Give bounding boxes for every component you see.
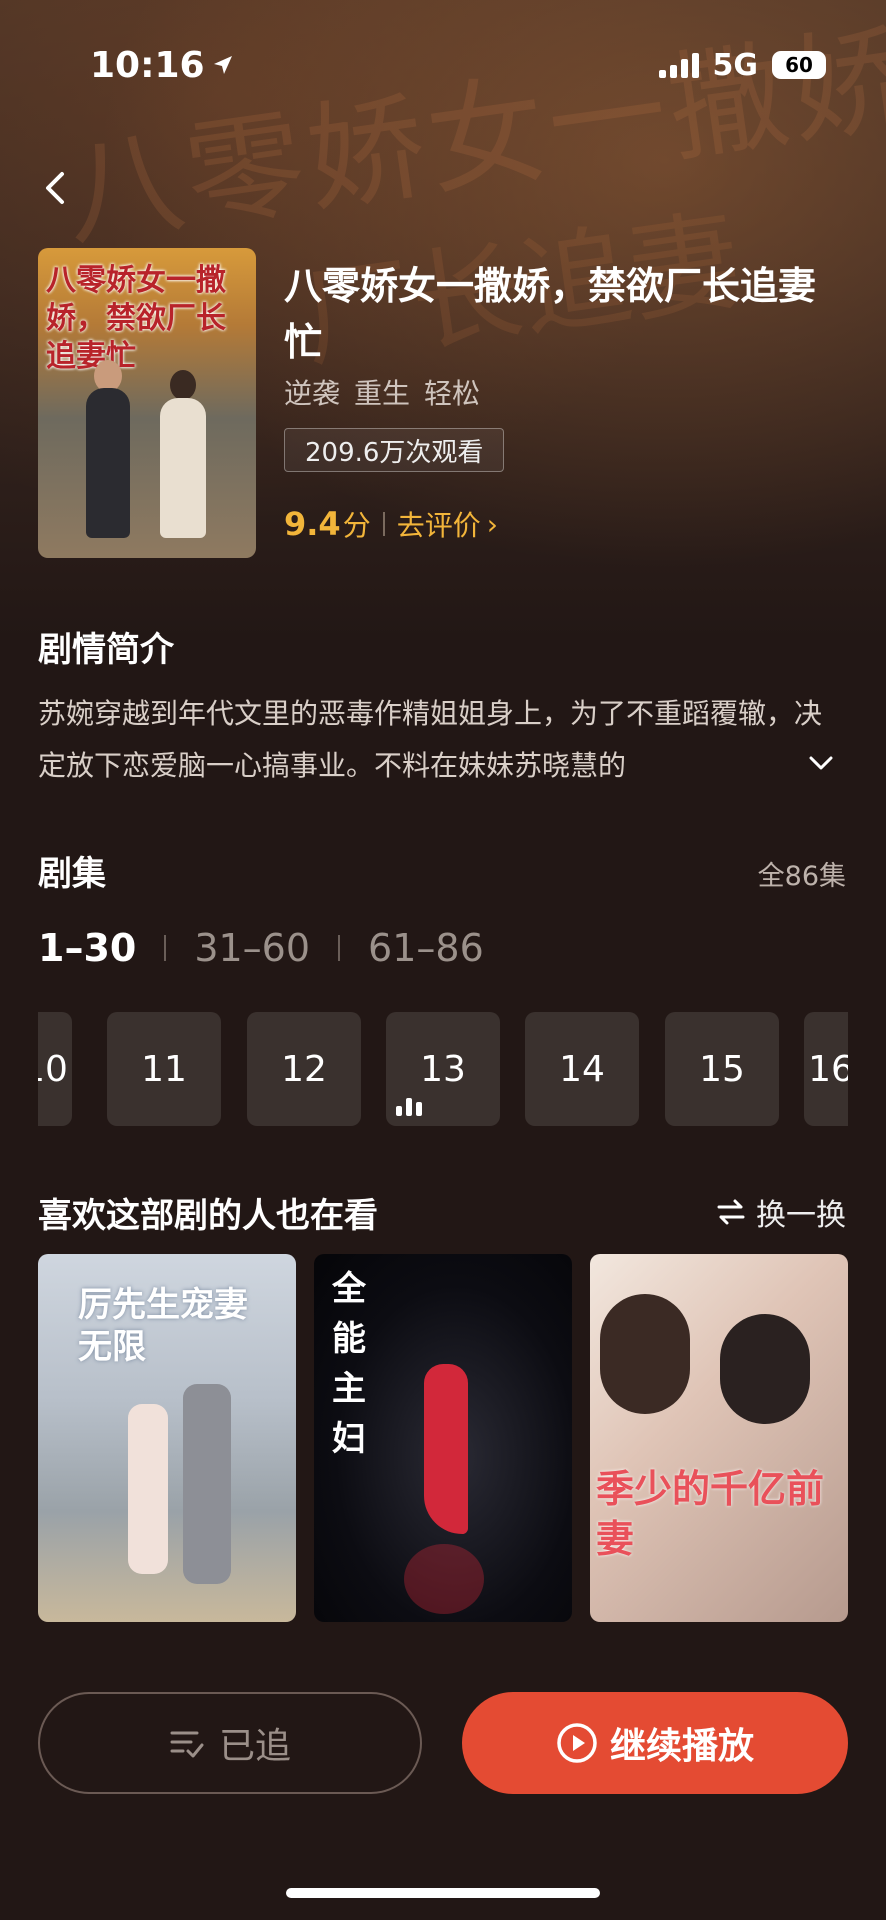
range-tab[interactable]: 1–30 bbox=[38, 926, 136, 970]
rate-link[interactable]: 去评价 bbox=[397, 504, 481, 544]
poster-figure bbox=[160, 398, 206, 538]
recommendation-card[interactable]: 季少的千亿前妻 季少的千亿前妻 bbox=[590, 1254, 848, 1664]
score-unit: 分 bbox=[342, 509, 371, 542]
cover-image: 季少的千亿前妻 bbox=[590, 1254, 848, 1622]
recommendation-card[interactable]: 厉先生宠妻无限 厉先生宠妻无限 bbox=[38, 1254, 296, 1664]
rating-row: 9.4 分 去评价 › bbox=[284, 504, 498, 544]
swap-icon bbox=[717, 1199, 745, 1225]
recommendation-card[interactable]: 全能主妇 全能主妇 bbox=[314, 1254, 572, 1664]
episode-range-tabs: 1–30 31–60 61–86 bbox=[38, 926, 484, 970]
chevron-right-icon[interactable]: › bbox=[487, 508, 498, 541]
play-label: 继续播放 bbox=[609, 1726, 754, 1767]
poster-title-art: 八零娇女一撒娇，禁欲厂长追妻忙 bbox=[46, 263, 226, 374]
episode-number: 13 bbox=[420, 1048, 466, 1090]
genre-tags: 逆袭 重生 轻松 bbox=[284, 372, 480, 412]
location-arrow-icon bbox=[213, 56, 232, 74]
episode-button[interactable]: 11 bbox=[107, 1012, 221, 1126]
drama-poster[interactable]: 八零娇女一撒娇，禁欲厂长追妻忙 bbox=[38, 248, 256, 558]
episode-number: 14 bbox=[559, 1048, 605, 1090]
cover-image: 全能主妇 bbox=[314, 1254, 572, 1622]
divider bbox=[338, 935, 341, 961]
status-bar: 10:16 5G 60 bbox=[90, 40, 826, 90]
episode-number: 10 bbox=[38, 1048, 68, 1090]
refresh-button[interactable]: 换一换 bbox=[716, 1190, 846, 1234]
chevron-down-icon[interactable] bbox=[806, 748, 836, 778]
range-tab[interactable]: 31–60 bbox=[194, 926, 310, 970]
network-label: 5G bbox=[712, 47, 759, 83]
battery-icon: 60 bbox=[772, 51, 826, 79]
play-circle-icon bbox=[557, 1723, 597, 1763]
episode-total[interactable]: 全86集 bbox=[758, 854, 846, 893]
cover-title-art: 厉先生宠妻无限 bbox=[78, 1285, 248, 1367]
signal-icon bbox=[658, 52, 699, 78]
episode-button-current[interactable]: 13 bbox=[386, 1012, 500, 1126]
time-label: 10:16 bbox=[90, 44, 205, 86]
recommendation-list: 厉先生宠妻无限 厉先生宠妻无限 全能主妇 全能主妇 季少的千亿前妻 季少的千亿前… bbox=[38, 1254, 848, 1664]
episode-number: 16 bbox=[808, 1048, 848, 1090]
episode-button[interactable]: 14 bbox=[525, 1012, 639, 1126]
poster-figure bbox=[170, 370, 196, 400]
tag: 逆袭 bbox=[284, 377, 341, 410]
episode-button[interactable]: 10 bbox=[38, 1012, 72, 1126]
home-indicator[interactable] bbox=[286, 1888, 600, 1898]
view-count-badge: 209.6万次观看 bbox=[284, 428, 505, 472]
followed-label: 已追 bbox=[218, 1726, 291, 1767]
score-value: 9.4 bbox=[284, 505, 341, 543]
episodes-heading: 剧集 bbox=[38, 854, 106, 894]
cover-title-art: 季少的千亿前妻 bbox=[596, 1466, 825, 1561]
continue-play-button[interactable]: 继续播放 bbox=[462, 1692, 848, 1794]
followed-button[interactable]: 已追 bbox=[38, 1692, 422, 1794]
synopsis-text: 苏婉穿越到年代文里的恶毒作精姐姐身上，为了不重蹈覆辙，决定放下恋爱脑一心搞事业。… bbox=[38, 697, 823, 782]
range-tab[interactable]: 61–86 bbox=[368, 926, 484, 970]
synopsis-heading: 剧情简介 bbox=[38, 630, 174, 670]
list-check-icon bbox=[170, 1731, 204, 1758]
episode-button[interactable]: 15 bbox=[665, 1012, 779, 1126]
drama-title: 八零娇女一撒娇，禁欲厂长追妻忙 bbox=[284, 264, 817, 364]
episode-list: 10 11 12 13 14 15 16 bbox=[38, 1012, 848, 1128]
episode-button[interactable]: 12 bbox=[247, 1012, 361, 1126]
now-playing-icon bbox=[396, 1098, 422, 1116]
episode-button[interactable]: 16 bbox=[804, 1012, 848, 1126]
episode-number: 11 bbox=[141, 1048, 187, 1090]
episode-number: 15 bbox=[699, 1048, 745, 1090]
recommendations-heading: 喜欢这部剧的人也在看 bbox=[38, 1196, 378, 1236]
refresh-label: 换一换 bbox=[756, 1198, 846, 1233]
poster-figure bbox=[86, 388, 130, 538]
cover-image: 厉先生宠妻无限 bbox=[38, 1254, 296, 1622]
battery-level: 60 bbox=[785, 53, 813, 77]
cover-title-art: 全能主妇 bbox=[332, 1269, 366, 1459]
episode-number: 12 bbox=[281, 1048, 327, 1090]
divider bbox=[164, 935, 167, 961]
divider bbox=[382, 512, 385, 536]
back-arrow-icon[interactable] bbox=[36, 168, 76, 208]
tag: 重生 bbox=[354, 377, 411, 410]
status-time: 10:16 bbox=[90, 45, 235, 86]
tag: 轻松 bbox=[424, 377, 481, 410]
